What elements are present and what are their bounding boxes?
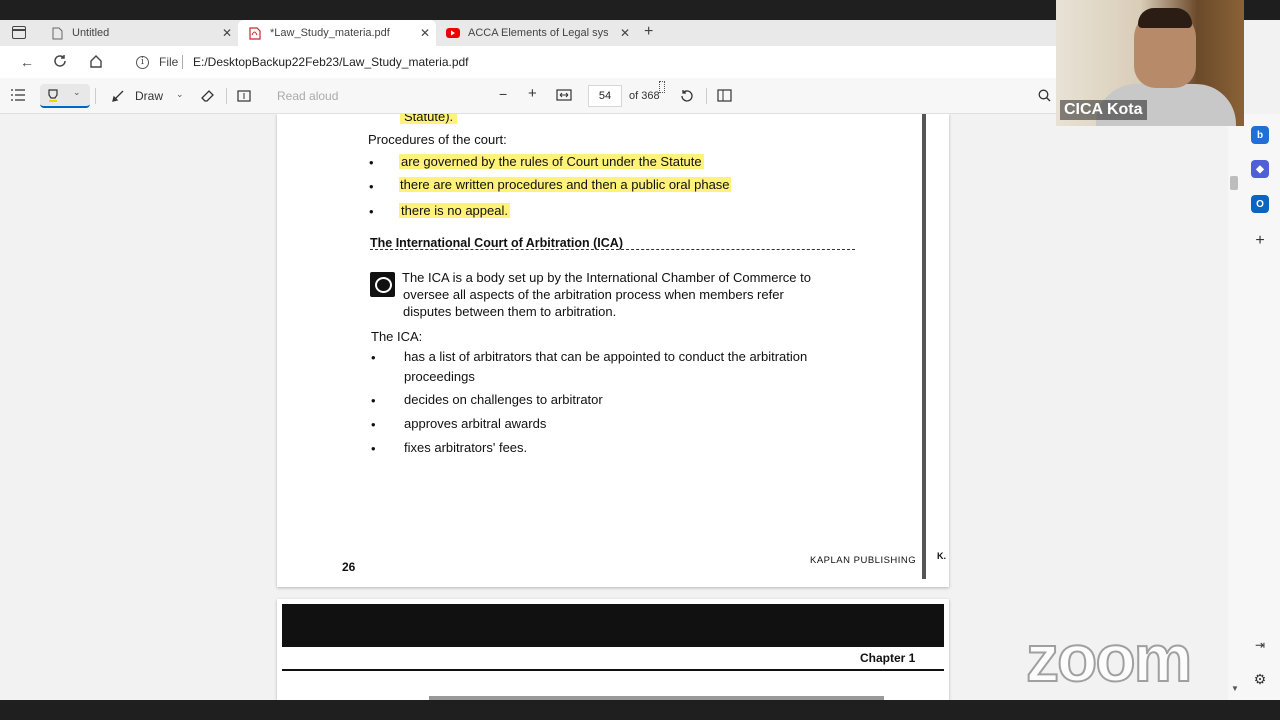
rotate-icon[interactable] xyxy=(680,89,694,106)
chapter-rule xyxy=(282,669,944,671)
toolbar-divider xyxy=(226,88,227,104)
heading-rule xyxy=(370,249,855,250)
read-aloud-button[interactable]: Read aloud xyxy=(277,89,338,103)
close-icon[interactable]: ✕ xyxy=(420,26,430,40)
chevron-down-icon[interactable]: ⌄ xyxy=(176,89,184,100)
tab-strip: Untitled ✕ *Law_Study_materia.pdf ✕ ACCA… xyxy=(0,20,1056,46)
bullet: • xyxy=(369,204,374,219)
page-view-icon[interactable] xyxy=(717,89,732,105)
tab-title: ACCA Elements of Legal system xyxy=(468,27,608,39)
top-black-bar xyxy=(0,0,1056,20)
toolbar-divider xyxy=(95,88,96,104)
scroll-down-arrow-icon[interactable]: ▼ xyxy=(1231,684,1239,693)
settings-gear-icon[interactable]: ⚙ xyxy=(1251,670,1269,688)
ica-heading: The International Court of Arbitration (… xyxy=(370,236,623,250)
bing-icon[interactable]: b xyxy=(1251,126,1269,144)
bullet: • xyxy=(371,350,376,365)
draw-button[interactable]: Draw xyxy=(135,89,163,103)
procedures-heading: Procedures of the court: xyxy=(368,132,507,147)
copilot-icon[interactable]: ◆ xyxy=(1251,160,1269,178)
add-icon[interactable]: + xyxy=(1251,232,1269,250)
pdf-toolbar: ⌄ Draw ⌄ Read aloud − + 54 of 368 xyxy=(0,78,1056,114)
protocol-label: File xyxy=(159,55,179,69)
draw-icon xyxy=(111,89,125,106)
participant-hair xyxy=(1138,8,1192,28)
home-icon[interactable] xyxy=(89,54,103,71)
chapter-label: Chapter 1 xyxy=(860,651,916,665)
tab-law-study-pdf[interactable]: *Law_Study_materia.pdf ✕ xyxy=(238,20,436,46)
youtube-icon xyxy=(446,26,460,40)
procedure-item-text: there are written procedures and then a … xyxy=(399,177,731,192)
eraser-icon[interactable] xyxy=(200,89,214,106)
document-icon xyxy=(50,26,64,40)
text-box-icon[interactable] xyxy=(237,89,251,106)
ica-definition-line: The ICA is a body set up by the Internat… xyxy=(402,270,811,285)
statute-fragment: Statute). xyxy=(400,114,458,124)
highlight-button[interactable]: ⌄ xyxy=(40,84,90,108)
zoom-out-icon[interactable]: − xyxy=(499,86,507,102)
bullet: • xyxy=(371,441,376,456)
zoom-watermark-logo: zoom xyxy=(1025,620,1193,696)
bottom-black-bar xyxy=(0,700,1280,720)
site-info[interactable]: i File xyxy=(136,55,178,69)
participant-name: CICA Kota xyxy=(1060,100,1147,120)
text-cursor-icon xyxy=(659,81,665,93)
toolbar-divider xyxy=(706,88,707,104)
ica-list-heading: The ICA: xyxy=(371,329,423,344)
pdf-scrollbar[interactable]: ▼ xyxy=(1228,114,1242,700)
page-total: of 368 xyxy=(629,90,660,102)
screen: Untitled ✕ *Law_Study_materia.pdf ✕ ACCA… xyxy=(0,0,1280,720)
back-arrow-icon[interactable]: ← xyxy=(20,54,34,70)
info-icon: i xyxy=(136,55,149,69)
close-icon[interactable]: ✕ xyxy=(222,26,232,40)
definition-icon xyxy=(370,272,395,297)
tab-title: *Law_Study_materia.pdf xyxy=(270,27,390,39)
publisher-footer: KAPLAN PUBLISHING xyxy=(810,555,917,566)
zoom-in-icon[interactable]: + xyxy=(528,85,537,102)
ica-item: has a list of arbitrators that can be ap… xyxy=(404,349,808,364)
outlook-icon[interactable]: O xyxy=(1251,195,1269,213)
sidebar-toggle-icon[interactable]: ⇥ xyxy=(1251,636,1269,654)
procedure-item: there are written procedures and then a … xyxy=(399,177,731,192)
pdf-page-next: Chapter 1 xyxy=(277,599,949,700)
bullet: • xyxy=(369,179,374,194)
scroll-thumb[interactable] xyxy=(1230,176,1238,190)
search-icon[interactable] xyxy=(1038,89,1051,105)
address-bar: ← i File E:/DesktopBackup22Feb23/Law_Stu… xyxy=(0,46,1056,78)
ica-definition-line: oversee all aspects of the arbitration p… xyxy=(403,287,784,302)
ica-item: fixes arbitrators' fees. xyxy=(404,440,528,455)
pdf-icon xyxy=(248,26,262,40)
ica-item-continued: proceedings xyxy=(404,369,475,384)
pdf-viewer[interactable]: Statute). Procedures of the court: • are… xyxy=(0,114,1228,700)
ica-item: approves arbitral awards xyxy=(404,416,547,431)
fit-width-icon[interactable] xyxy=(556,89,572,104)
new-tab-icon[interactable]: + xyxy=(644,23,653,41)
webcam-video: CICA Kota xyxy=(1056,0,1244,126)
procedure-item: are governed by the rules of Court under… xyxy=(399,154,704,169)
chapter-banner xyxy=(282,604,944,647)
url-field[interactable]: E:/DesktopBackup22Feb23/Law_Study_materi… xyxy=(193,55,469,69)
page-edge-mark: K. xyxy=(937,551,946,561)
url-separator xyxy=(182,55,183,69)
contents-list-icon[interactable] xyxy=(11,89,25,104)
chevron-down-icon: ⌄ xyxy=(73,87,81,97)
refresh-icon[interactable] xyxy=(53,54,67,71)
tab-title: Untitled xyxy=(72,27,110,39)
bullet: • xyxy=(369,155,374,170)
close-icon[interactable]: ✕ xyxy=(620,26,630,40)
tab-untitled[interactable]: Untitled ✕ xyxy=(40,20,238,46)
edge-sidebar: b ◆ O + ⇥ ⚙ xyxy=(1242,114,1280,700)
ica-item: decides on challenges to arbitrator xyxy=(404,392,603,407)
procedure-item: there is no appeal. xyxy=(399,203,510,218)
page-number: 26 xyxy=(342,560,356,574)
page-number-input[interactable]: 54 xyxy=(588,85,622,107)
page-binding-edge xyxy=(922,114,926,579)
pdf-page-26: Statute). Procedures of the court: • are… xyxy=(277,114,949,587)
bullet: • xyxy=(371,417,376,432)
ica-definition-line: disputes between them to arbitration. xyxy=(403,304,617,319)
tab-acca-youtube[interactable]: ACCA Elements of Legal system ✕ xyxy=(436,20,636,46)
tab-actions-icon[interactable] xyxy=(12,26,26,39)
highlighter-icon xyxy=(48,89,58,102)
bullet: • xyxy=(371,393,376,408)
